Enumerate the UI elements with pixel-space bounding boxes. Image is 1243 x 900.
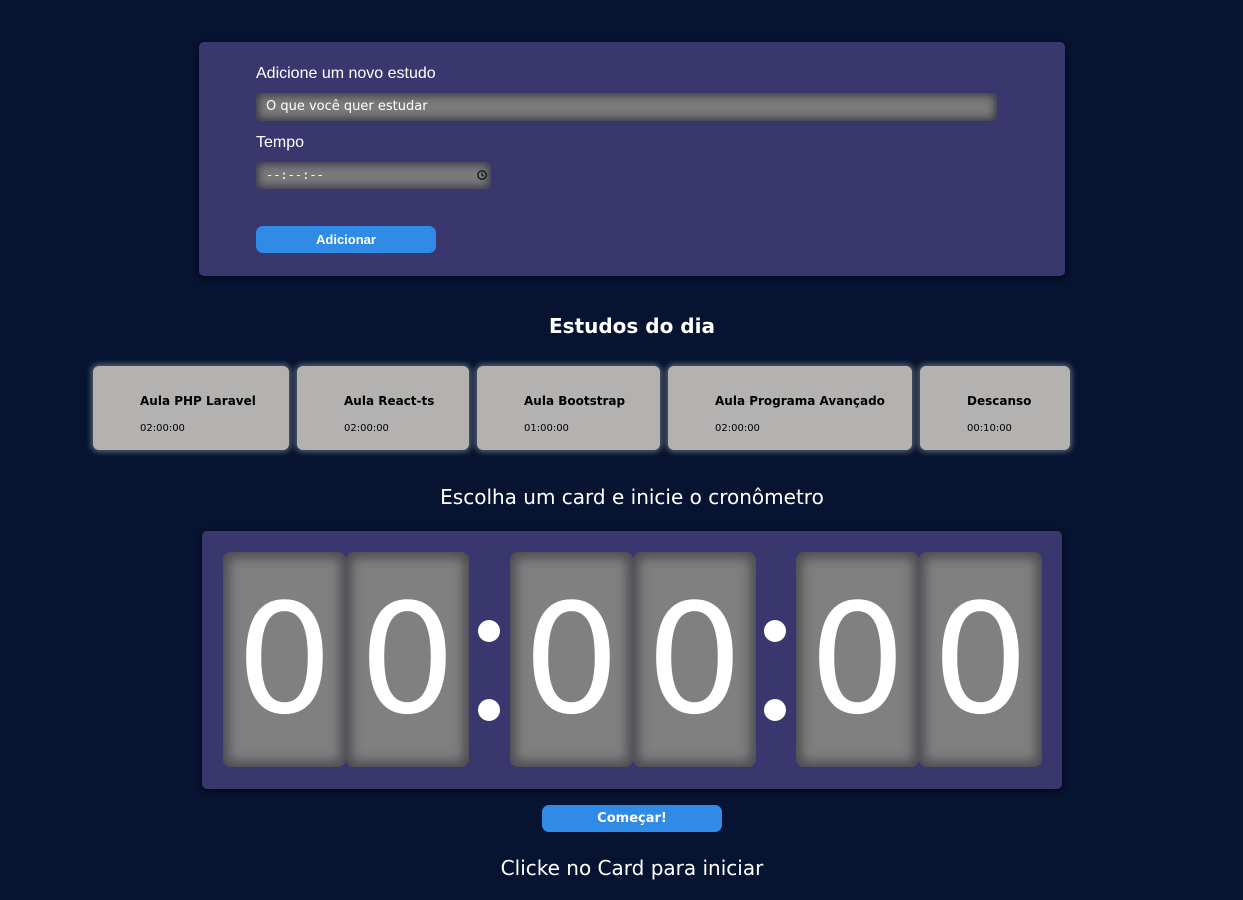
time-label: Tempo <box>256 134 305 151</box>
card-time: 02:00:00 <box>715 423 760 434</box>
study-card[interactable]: Aula Programa Avançado 02:00:00 <box>668 366 912 450</box>
card-time: 01:00:00 <box>524 423 569 434</box>
card-time: 02:00:00 <box>344 423 389 434</box>
card-title: Aula Programa Avançado <box>715 394 885 408</box>
start-button[interactable]: Começar! <box>542 805 722 832</box>
hours-ones-digit: 0 <box>346 552 469 767</box>
study-label: Adicione um novo estudo <box>256 65 436 82</box>
time-input[interactable]: --:--:-- <box>256 162 491 189</box>
colon-dot <box>764 699 786 721</box>
card-time: 00:10:00 <box>967 423 1012 434</box>
colon-dot <box>764 620 786 642</box>
colon-dot <box>478 620 500 642</box>
study-card[interactable]: Aula Bootstrap 01:00:00 <box>477 366 660 450</box>
colon-dot <box>478 699 500 721</box>
minutes-tens-digit: 0 <box>510 552 633 767</box>
seconds-ones-digit: 0 <box>919 552 1042 767</box>
time-input-value: --:--:-- <box>266 168 324 182</box>
minutes-ones-digit: 0 <box>633 552 756 767</box>
timer-display: 0 0 0 0 0 0 <box>202 531 1062 789</box>
card-title: Descanso <box>967 394 1032 408</box>
page: Adicione um novo estudo O que você quer … <box>0 0 1243 900</box>
click-card-hint: Clicke no Card para iniciar <box>500 856 764 880</box>
timer-heading: Escolha um card e inicie o cronômetro <box>440 485 824 509</box>
card-title: Aula React-ts <box>344 394 435 408</box>
card-title: Aula Bootstrap <box>524 394 626 408</box>
study-input[interactable]: O que você quer estudar <box>256 93 997 121</box>
add-button[interactable]: Adicionar <box>256 226 436 253</box>
add-study-form: Adicione um novo estudo O que você quer … <box>199 42 1065 276</box>
card-time: 02:00:00 <box>140 423 185 434</box>
clock-icon[interactable] <box>477 170 487 180</box>
card-title: Aula PHP Laravel <box>140 394 256 408</box>
study-card[interactable]: Descanso 00:10:00 <box>920 366 1070 450</box>
study-card[interactable]: Aula React-ts 02:00:00 <box>297 366 469 450</box>
hours-tens-digit: 0 <box>223 552 346 767</box>
studies-heading: Estudos do dia <box>549 314 715 338</box>
study-card[interactable]: Aula PHP Laravel 02:00:00 <box>93 366 289 450</box>
seconds-tens-digit: 0 <box>796 552 919 767</box>
